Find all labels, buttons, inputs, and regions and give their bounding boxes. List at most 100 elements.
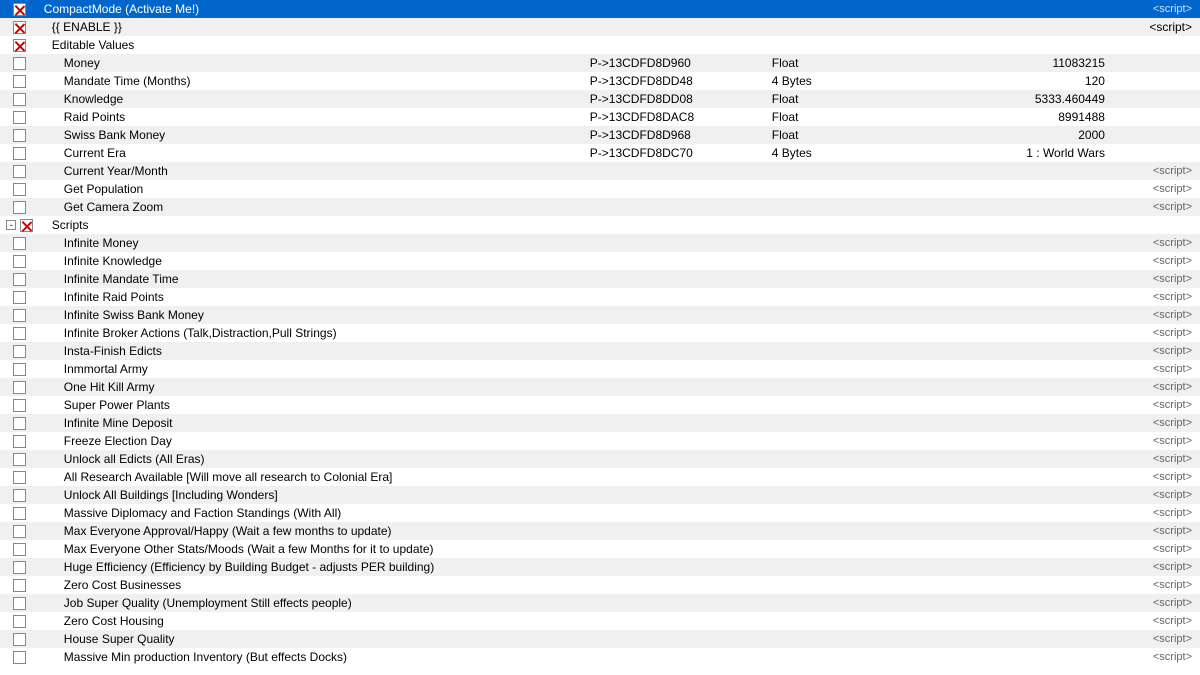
table-row[interactable]: Massive Diplomacy and Faction Standings … bbox=[0, 504, 1200, 522]
table-row[interactable]: Unlock all Edicts (All Eras) <script> bbox=[0, 450, 1200, 468]
table-row[interactable]: Zero Cost Businesses <script> bbox=[0, 576, 1200, 594]
checkbox-cell[interactable] bbox=[0, 414, 40, 432]
cheat-table[interactable]: CompactMode (Activate Me!) <script> {{ E… bbox=[0, 0, 1200, 675]
checkbox-cell[interactable] bbox=[0, 108, 40, 126]
checkbox-cell[interactable] bbox=[0, 270, 40, 288]
checkbox-checked[interactable] bbox=[13, 21, 26, 34]
table-row[interactable]: House Super Quality <script> bbox=[0, 630, 1200, 648]
checkbox-empty[interactable] bbox=[13, 525, 26, 538]
checkbox-cell[interactable] bbox=[0, 360, 40, 378]
checkbox-cell[interactable] bbox=[0, 252, 40, 270]
checkbox-empty[interactable] bbox=[13, 453, 26, 466]
table-row[interactable]: CompactMode (Activate Me!) <script> bbox=[0, 0, 1200, 18]
checkbox-empty[interactable] bbox=[13, 435, 26, 448]
checkbox-empty[interactable] bbox=[13, 291, 26, 304]
checkbox-empty[interactable] bbox=[13, 579, 26, 592]
table-row[interactable]: Zero Cost Housing <script> bbox=[0, 612, 1200, 630]
table-row[interactable]: Get Camera Zoom <script> bbox=[0, 198, 1200, 216]
checkbox-empty[interactable] bbox=[13, 615, 26, 628]
table-row[interactable]: Inmmortal Army <script> bbox=[0, 360, 1200, 378]
table-row[interactable]: Max Everyone Other Stats/Moods (Wait a f… bbox=[0, 540, 1200, 558]
table-row[interactable]: Infinite Money <script> bbox=[0, 234, 1200, 252]
checkbox-empty[interactable] bbox=[13, 471, 26, 484]
checkbox-cell[interactable] bbox=[0, 468, 40, 486]
row-value[interactable]: 5333.460449 bbox=[972, 90, 1108, 108]
table-row[interactable]: Infinite Broker Actions (Talk,Distractio… bbox=[0, 324, 1200, 342]
checkbox-cell[interactable] bbox=[0, 72, 40, 90]
table-row[interactable]: Money P->13CDFD8D960 Float 11083215 bbox=[0, 54, 1200, 72]
checkbox-cell[interactable] bbox=[0, 450, 40, 468]
checkbox-cell[interactable] bbox=[0, 612, 40, 630]
checkbox-empty[interactable] bbox=[13, 507, 26, 520]
checkbox-checked[interactable] bbox=[20, 219, 33, 232]
table-row[interactable]: Current Era P->13CDFD8DC70 4 Bytes 1 : W… bbox=[0, 144, 1200, 162]
table-row[interactable]: Max Everyone Approval/Happy (Wait a few … bbox=[0, 522, 1200, 540]
checkbox-cell[interactable] bbox=[0, 288, 40, 306]
table-row[interactable]: Job Super Quality (Unemployment Still ef… bbox=[0, 594, 1200, 612]
checkbox-empty[interactable] bbox=[13, 363, 26, 376]
checkbox-empty[interactable] bbox=[13, 201, 26, 214]
table-row[interactable]: Infinite Swiss Bank Money <script> bbox=[0, 306, 1200, 324]
table-row[interactable]: Infinite Mine Deposit <script> bbox=[0, 414, 1200, 432]
checkbox-empty[interactable] bbox=[13, 489, 26, 502]
checkbox-cell[interactable] bbox=[0, 306, 40, 324]
table-row[interactable]: Mandate Time (Months) P->13CDFD8DD48 4 B… bbox=[0, 72, 1200, 90]
checkbox-cell[interactable] bbox=[0, 90, 40, 108]
checkbox-cell[interactable] bbox=[0, 234, 40, 252]
row-value[interactable]: 1 : World Wars bbox=[972, 144, 1108, 162]
checkbox-cell[interactable] bbox=[0, 396, 40, 414]
table-row[interactable]: Knowledge P->13CDFD8DD08 Float 5333.4604… bbox=[0, 90, 1200, 108]
checkbox-empty[interactable] bbox=[13, 129, 26, 142]
checkbox-empty[interactable] bbox=[13, 273, 26, 286]
checkbox-empty[interactable] bbox=[13, 633, 26, 646]
checkbox-empty[interactable] bbox=[13, 417, 26, 430]
checkbox-empty[interactable] bbox=[13, 93, 26, 106]
checkbox-cell[interactable] bbox=[0, 342, 40, 360]
checkbox-empty[interactable] bbox=[13, 543, 26, 556]
table-row[interactable]: Super Power Plants <script> bbox=[0, 396, 1200, 414]
table-row[interactable]: Editable Values bbox=[0, 36, 1200, 54]
checkbox-cell[interactable] bbox=[0, 504, 40, 522]
table-row[interactable]: Insta-Finish Edicts <script> bbox=[0, 342, 1200, 360]
checkbox-cell[interactable] bbox=[0, 144, 40, 162]
checkbox-cell[interactable] bbox=[0, 126, 40, 144]
checkbox-cell[interactable] bbox=[0, 180, 40, 198]
checkbox-empty[interactable] bbox=[13, 111, 26, 124]
table-row[interactable]: - Scripts bbox=[0, 216, 1200, 234]
checkbox-cell[interactable] bbox=[0, 594, 40, 612]
checkbox-cell[interactable] bbox=[0, 540, 40, 558]
checkbox-empty[interactable] bbox=[13, 597, 26, 610]
checkbox-empty[interactable] bbox=[13, 255, 26, 268]
checkbox-empty[interactable] bbox=[13, 165, 26, 178]
checkbox-empty[interactable] bbox=[13, 57, 26, 70]
table-row[interactable]: Swiss Bank Money P->13CDFD8D968 Float 20… bbox=[0, 126, 1200, 144]
checkbox-cell[interactable] bbox=[0, 558, 40, 576]
table-row[interactable]: Infinite Mandate Time <script> bbox=[0, 270, 1200, 288]
checkbox-empty[interactable] bbox=[13, 399, 26, 412]
table-row[interactable]: Unlock All Buildings [Including Wonders]… bbox=[0, 486, 1200, 504]
row-value[interactable]: 120 bbox=[972, 72, 1108, 90]
checkbox-empty[interactable] bbox=[13, 345, 26, 358]
row-value[interactable]: 8991488 bbox=[972, 108, 1108, 126]
table-row[interactable]: One Hit Kill Army <script> bbox=[0, 378, 1200, 396]
checkbox-cell[interactable] bbox=[0, 576, 40, 594]
checkbox-empty[interactable] bbox=[13, 237, 26, 250]
checkbox-empty[interactable] bbox=[13, 381, 26, 394]
checkbox-cell[interactable] bbox=[0, 54, 40, 72]
checkbox-cell[interactable] bbox=[0, 648, 40, 666]
checkbox-empty[interactable] bbox=[13, 561, 26, 574]
checkbox-cell[interactable] bbox=[0, 486, 40, 504]
table-row[interactable]: Current Year/Month <script> bbox=[0, 162, 1200, 180]
checkbox-cell[interactable] bbox=[0, 18, 40, 36]
expand-icon[interactable]: - bbox=[6, 220, 16, 230]
table-row[interactable]: Infinite Raid Points <script> bbox=[0, 288, 1200, 306]
checkbox-checked[interactable] bbox=[13, 39, 26, 52]
table-row[interactable]: Get Population <script> bbox=[0, 180, 1200, 198]
checkbox-checked[interactable] bbox=[13, 3, 26, 16]
checkbox-cell[interactable] bbox=[0, 36, 40, 54]
table-row[interactable]: {{ ENABLE }} <script> bbox=[0, 18, 1200, 36]
checkbox-cell[interactable] bbox=[0, 522, 40, 540]
checkbox-cell[interactable] bbox=[0, 0, 40, 18]
checkbox-empty[interactable] bbox=[13, 183, 26, 196]
table-row[interactable]: Huge Efficiency (Efficiency by Building … bbox=[0, 558, 1200, 576]
